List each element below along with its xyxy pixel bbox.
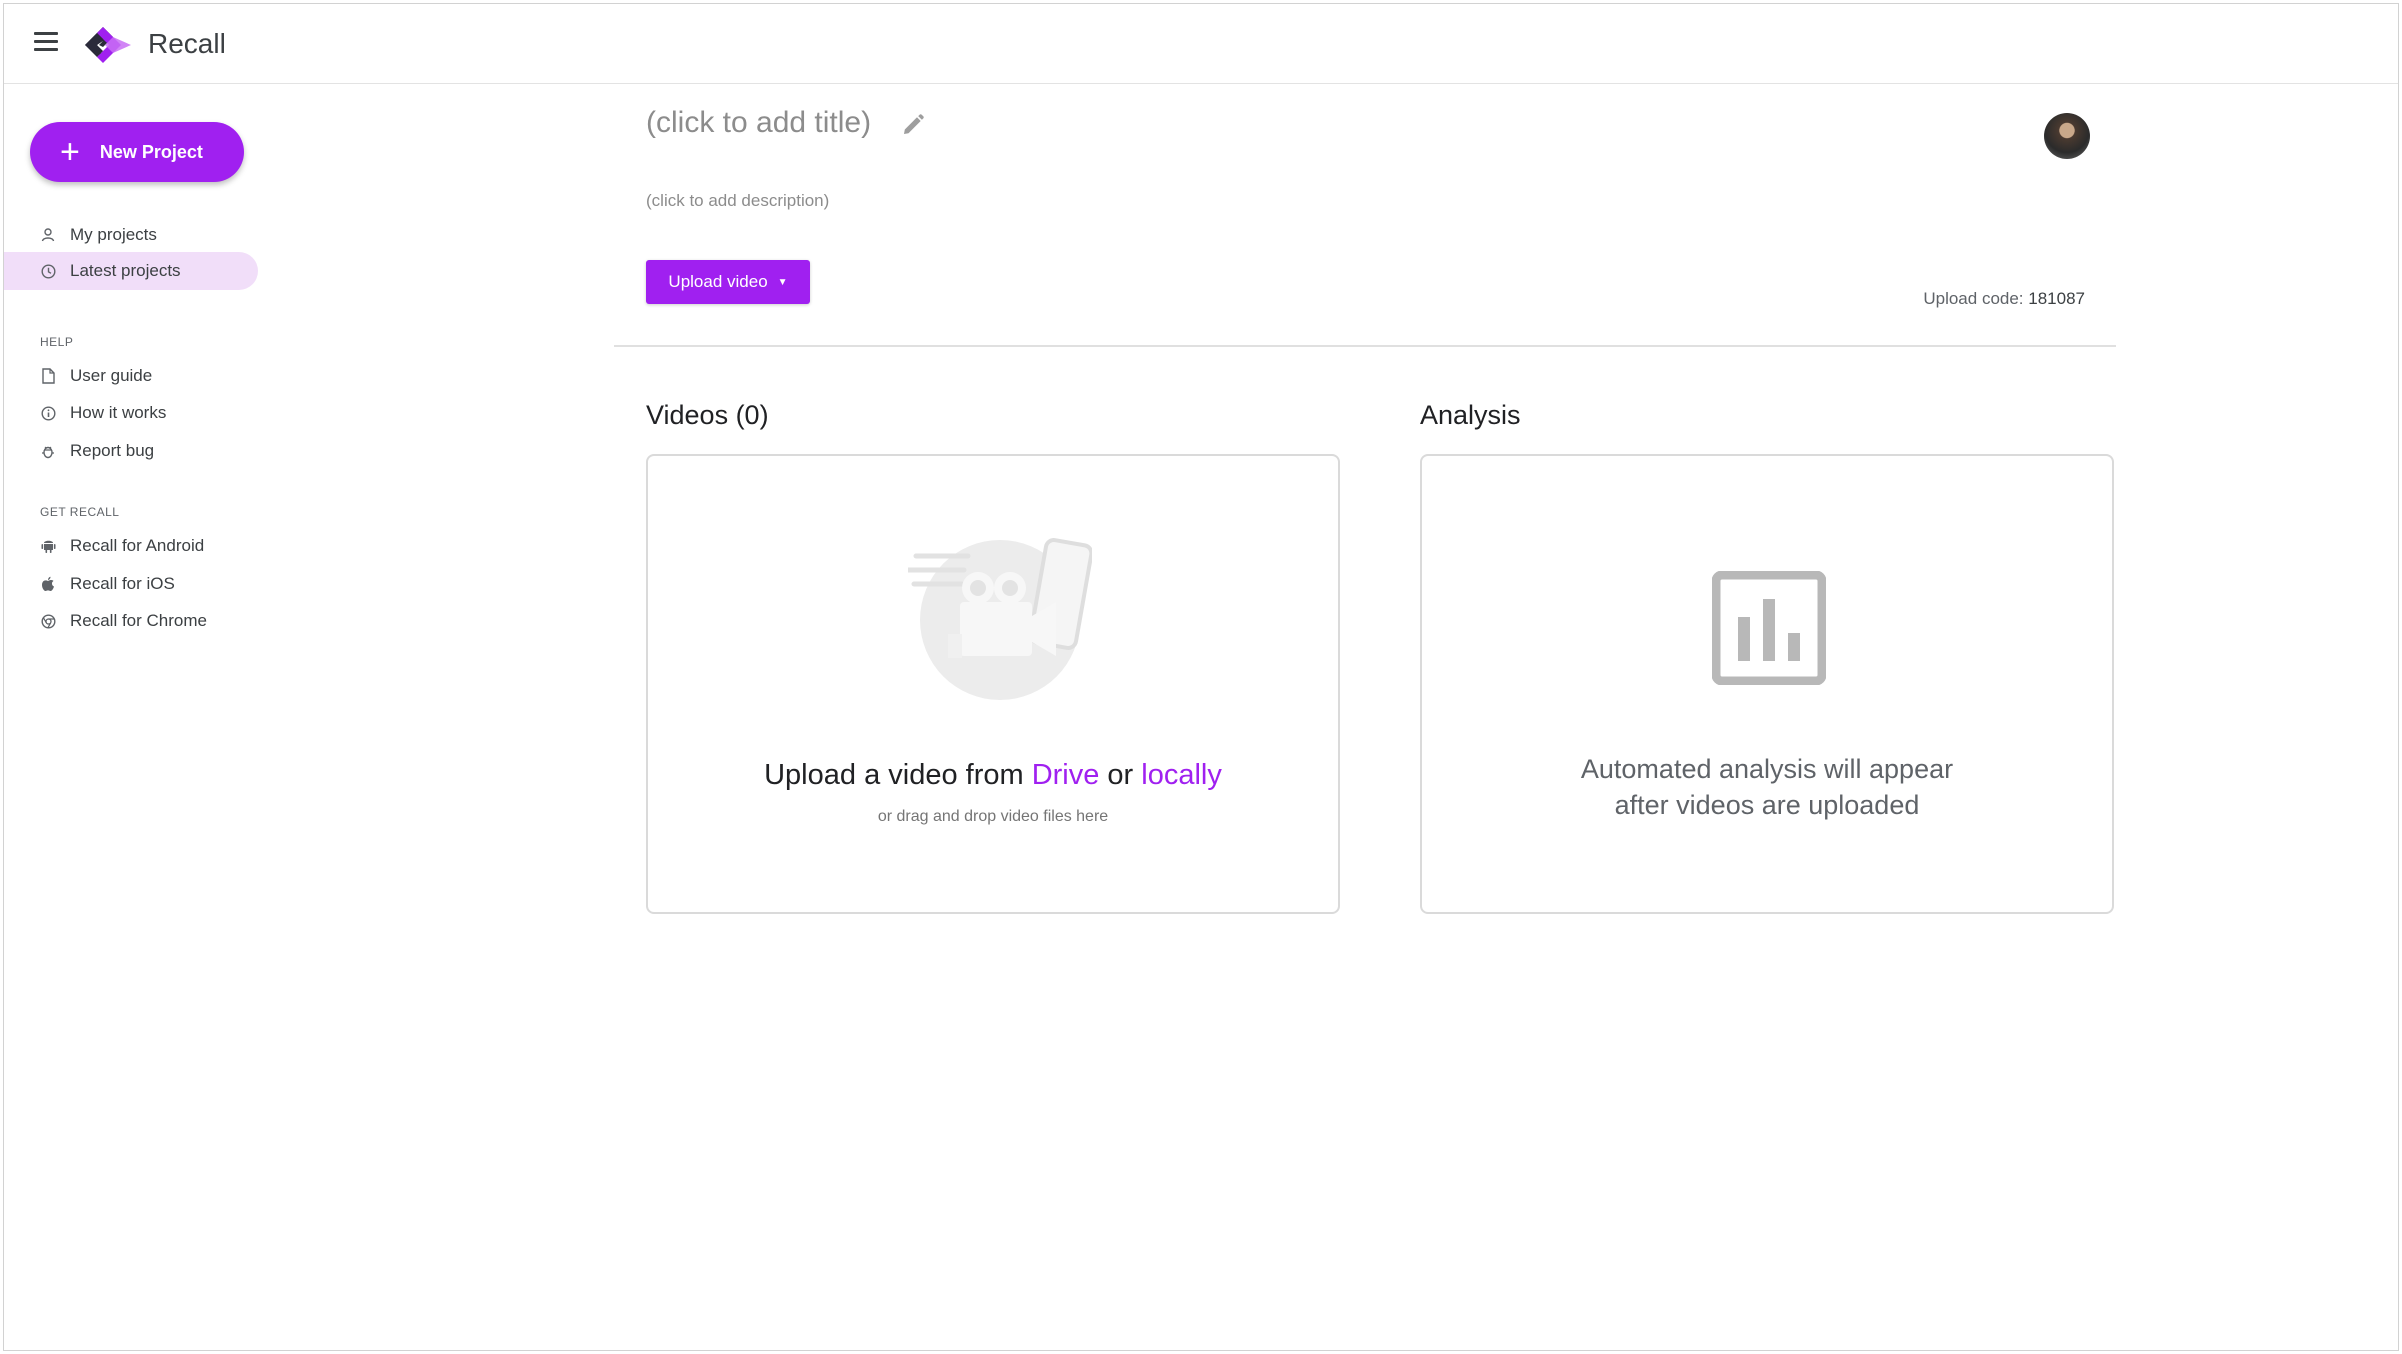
pencil-edit-icon[interactable] xyxy=(901,113,925,137)
project-title-placeholder[interactable]: (click to add title) xyxy=(646,106,871,140)
analysis-empty-message: Automated analysis will appear after vid… xyxy=(1422,751,2112,823)
or-text: or xyxy=(1099,759,1142,791)
videos-heading: Videos (0) xyxy=(646,400,769,430)
sidebar-item-label: Latest projects xyxy=(70,261,181,280)
person-icon xyxy=(40,227,56,243)
get-recall-section-label: GET RECALL xyxy=(40,505,120,519)
top-bar: Recall xyxy=(4,4,2398,84)
upload-prefix-text: Upload a video from xyxy=(764,759,1032,791)
sidebar-item-my-projects[interactable]: My projects xyxy=(4,216,258,254)
sidebar-item-label: Recall for Chrome xyxy=(70,611,207,630)
sidebar-item-user-guide[interactable]: User guide xyxy=(4,357,258,395)
upload-video-button[interactable]: Upload video ▼ xyxy=(646,260,810,304)
new-project-button[interactable]: + New Project xyxy=(30,122,244,182)
upload-code-label: Upload code: xyxy=(1923,289,2024,308)
caret-down-icon: ▼ xyxy=(777,276,788,288)
analysis-panel: Automated analysis will appear after vid… xyxy=(1420,454,2114,914)
recall-logo[interactable] xyxy=(83,25,133,65)
videos-dropzone[interactable]: Upload a video from Drive or locally or … xyxy=(646,454,1340,914)
sidebar-item-report-bug[interactable]: Report bug xyxy=(4,432,258,470)
apple-icon xyxy=(40,576,56,592)
app-window: Recall + New Project My projects Latest … xyxy=(3,3,2399,1351)
user-avatar[interactable] xyxy=(2044,113,2090,159)
sidebar-item-ios[interactable]: Recall for iOS xyxy=(4,565,258,603)
upload-code-value: 181087 xyxy=(2028,289,2085,308)
sidebar-item-chrome[interactable]: Recall for Chrome xyxy=(4,602,258,640)
sidebar: + New Project My projects Latest project… xyxy=(4,84,264,1344)
sidebar-item-label: How it works xyxy=(70,403,167,422)
sidebar-item-label: User guide xyxy=(70,366,153,385)
sidebar-item-how-it-works[interactable]: How it works xyxy=(4,394,258,432)
header-divider xyxy=(614,345,2116,347)
sidebar-item-label: Recall for iOS xyxy=(70,574,175,593)
sidebar-item-label: Recall for Android xyxy=(70,536,205,555)
bar-chart-icon xyxy=(1712,571,1826,685)
chrome-icon xyxy=(40,613,56,629)
locally-link[interactable]: locally xyxy=(1141,759,1222,791)
upload-video-label: Upload video xyxy=(668,272,768,291)
app-title: Recall xyxy=(148,28,226,59)
new-project-label: New Project xyxy=(99,141,203,162)
video-camera-illustration-icon xyxy=(908,538,1092,700)
hamburger-menu-icon[interactable] xyxy=(34,32,60,54)
sidebar-item-label: Report bug xyxy=(70,441,155,460)
analysis-empty-line-2: after videos are uploaded xyxy=(1614,790,1920,820)
sidebar-item-label: My projects xyxy=(70,225,157,244)
upload-code: Upload code: 181087 xyxy=(1923,289,2085,309)
info-icon xyxy=(40,405,56,421)
sidebar-item-android[interactable]: Recall for Android xyxy=(4,527,258,565)
drive-link[interactable]: Drive xyxy=(1032,759,1100,791)
help-section-label: HELP xyxy=(40,335,74,349)
bug-icon xyxy=(40,443,56,459)
sidebar-item-latest-projects[interactable]: Latest projects xyxy=(4,252,258,290)
analysis-heading: Analysis xyxy=(1420,400,1521,430)
clock-icon xyxy=(40,263,56,279)
document-icon xyxy=(40,368,56,384)
analysis-empty-line-1: Automated analysis will appear xyxy=(1580,754,1954,784)
upload-prompt: Upload a video from Drive or locally xyxy=(648,759,1338,792)
plus-icon: + xyxy=(60,133,80,171)
project-description-placeholder[interactable]: (click to add description) xyxy=(646,191,829,211)
drag-drop-hint: or drag and drop video files here xyxy=(877,808,1109,825)
android-icon xyxy=(40,538,56,554)
